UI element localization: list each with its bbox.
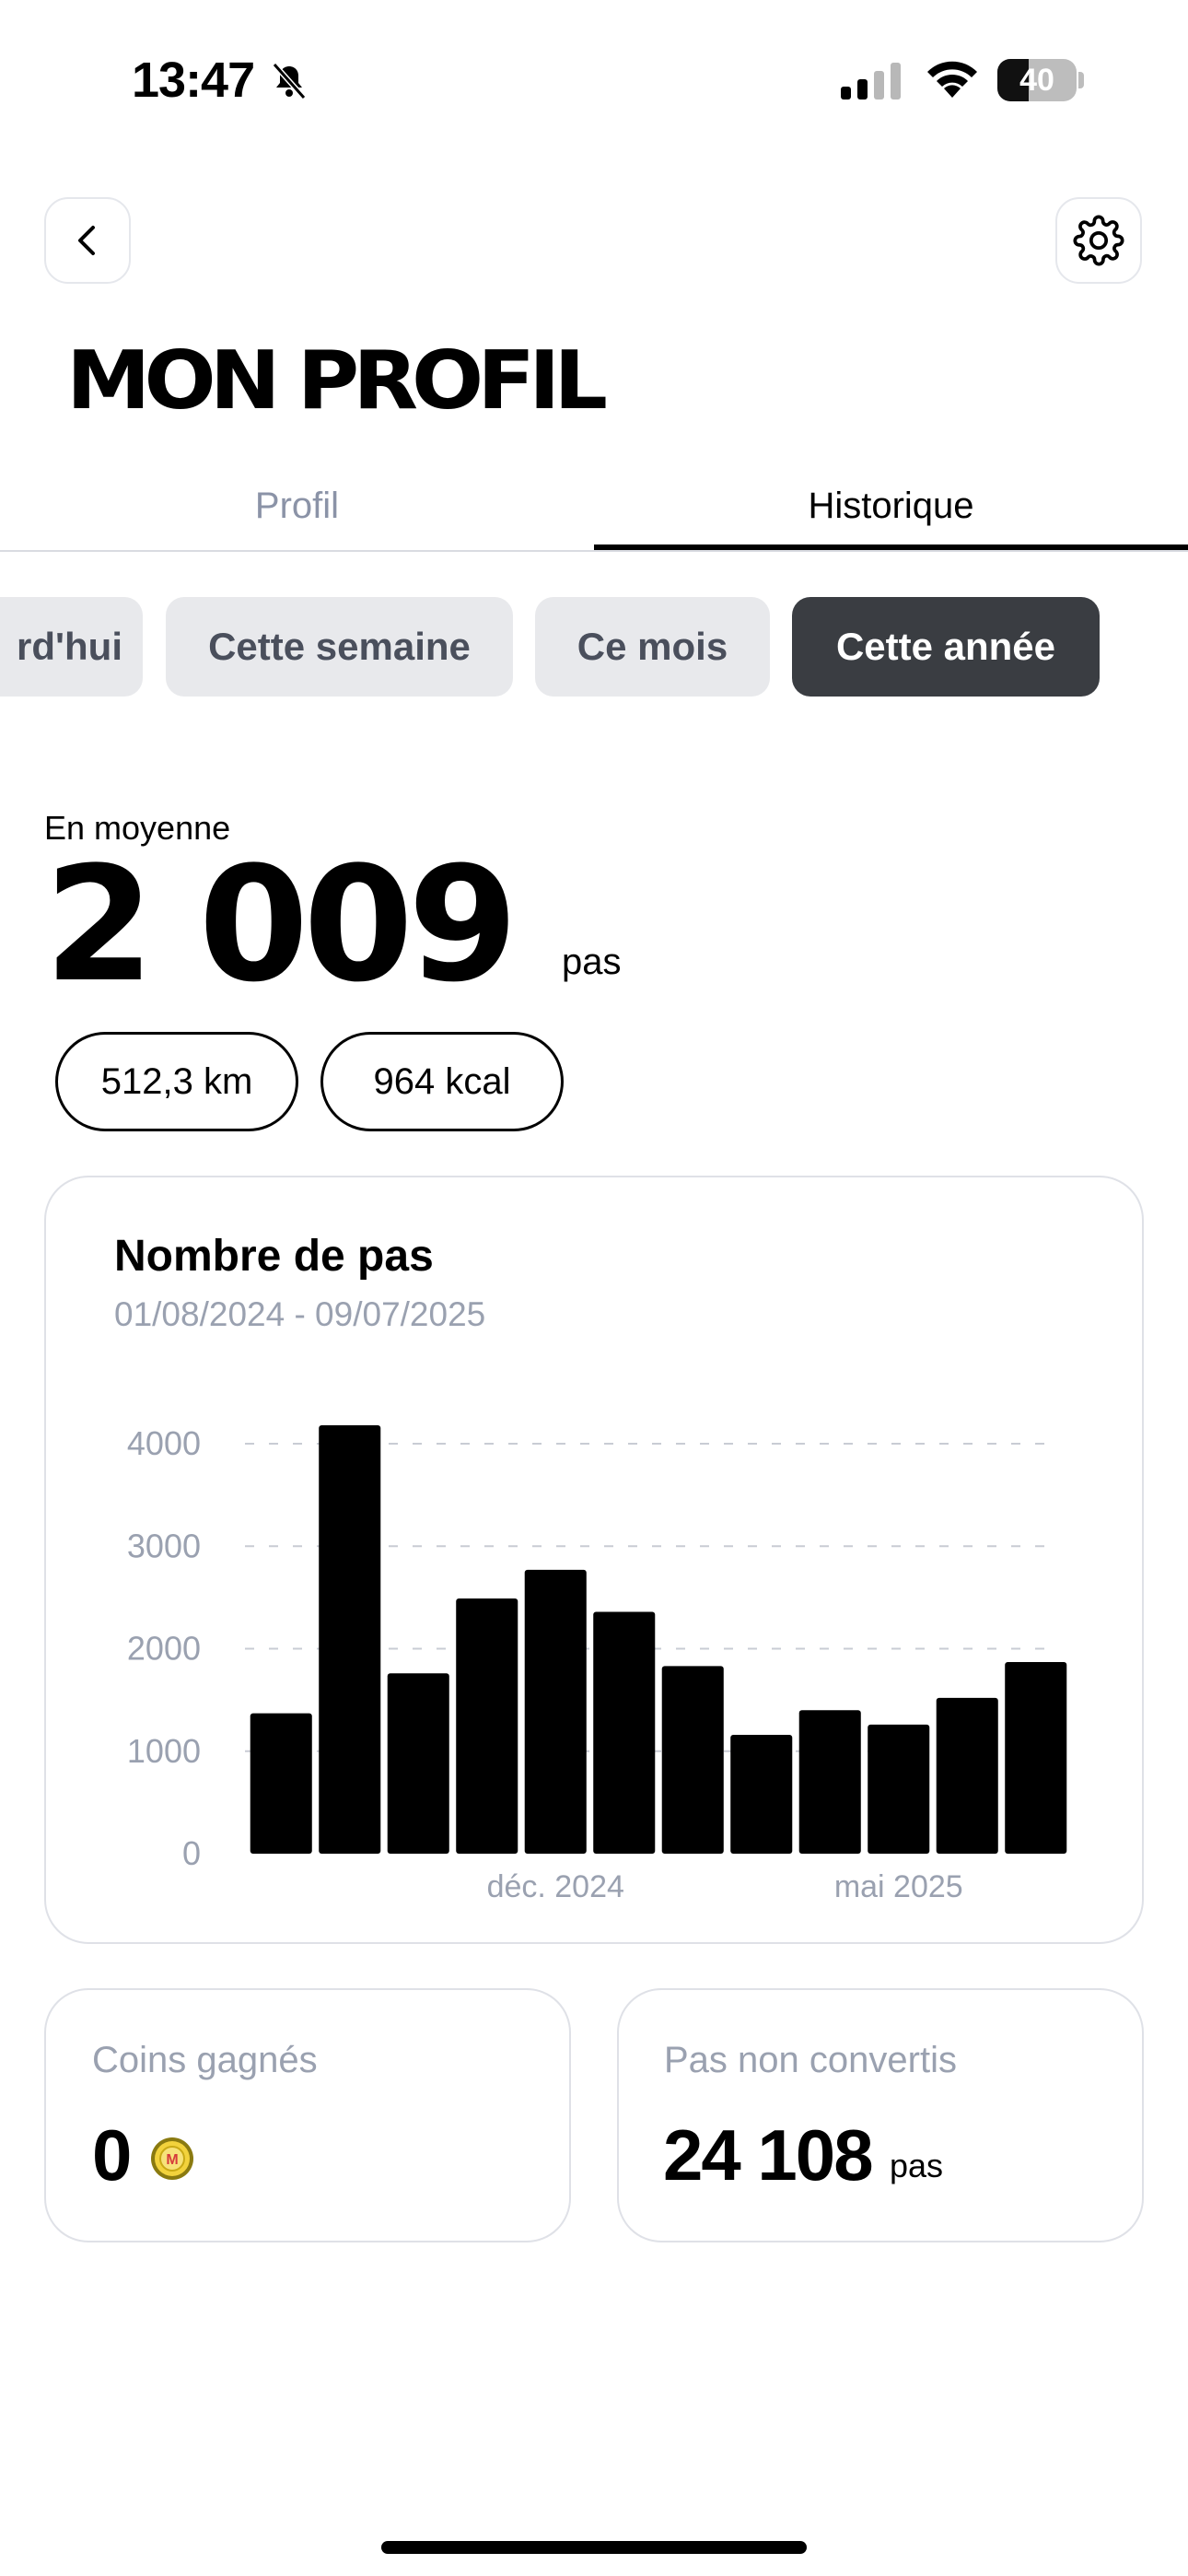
coins-label: Coins gagnés — [92, 2040, 318, 2080]
chart-bar[interactable] — [868, 1724, 930, 1854]
svg-text:M: M — [166, 2152, 178, 2168]
tab-active-indicator — [594, 544, 1188, 550]
unconverted-steps-label: Pas non convertis — [664, 2040, 957, 2080]
tab-divider — [0, 550, 1188, 552]
wifi-icon — [927, 61, 977, 98]
average-steps-unit: pas — [562, 942, 622, 982]
chart-bar[interactable] — [661, 1666, 724, 1854]
page-title: MON PROFIL — [66, 334, 608, 427]
period-chip-month[interactable]: Ce mois — [535, 597, 770, 697]
battery-level: 40 — [1019, 63, 1054, 98]
chart-bar[interactable] — [1005, 1661, 1067, 1854]
back-button[interactable] — [44, 197, 131, 284]
y-tick-label: 2000 — [127, 1630, 201, 1668]
cellular-signal-icon — [841, 63, 901, 100]
chart-bar[interactable] — [456, 1598, 518, 1854]
status-time: 13:47 — [132, 53, 255, 108]
average-steps-value: 2 009 — [44, 832, 518, 1017]
chevron-left-icon — [78, 226, 95, 255]
steps-bar-chart: 0 1000 2000 3000 4000 déc. 2024 mai 2025 — [127, 1424, 1067, 1904]
chart-date-range: 01/08/2024 - 09/07/2025 — [114, 1295, 486, 1333]
chart-bar[interactable] — [936, 1697, 998, 1854]
distance-badge: 512,3 km — [55, 1032, 298, 1131]
battery-icon: 40 — [997, 59, 1086, 101]
x-tick-label: mai 2025 — [834, 1869, 963, 1904]
period-chip-today[interactable]: rd'hui — [0, 597, 143, 697]
tab-historique[interactable]: Historique — [594, 479, 1188, 533]
chart-bar[interactable] — [250, 1713, 312, 1854]
period-chip-week[interactable]: Cette semaine — [166, 597, 513, 697]
calories-badge: 964 kcal — [320, 1032, 564, 1131]
chart-bar[interactable] — [319, 1424, 381, 1854]
unconverted-steps-value: 24 108 — [663, 2114, 874, 2195]
y-tick-label: 4000 — [127, 1424, 201, 1462]
x-tick-label: déc. 2024 — [487, 1869, 624, 1904]
y-tick-label: 0 — [182, 1834, 201, 1872]
home-indicator[interactable] — [381, 2541, 807, 2554]
gear-icon — [1073, 215, 1124, 266]
bell-slash-icon — [272, 63, 307, 100]
chart-title: Nombre de pas — [114, 1232, 434, 1281]
period-chip-year[interactable]: Cette année — [792, 597, 1100, 697]
y-tick-label: 1000 — [127, 1732, 201, 1770]
chart-bar[interactable] — [387, 1673, 449, 1854]
chart-bar[interactable] — [798, 1710, 861, 1854]
chart-bar[interactable] — [524, 1569, 587, 1854]
chart-bar[interactable] — [593, 1611, 656, 1854]
tab-profil[interactable]: Profil — [0, 479, 594, 533]
coins-value: 0 — [92, 2114, 132, 2195]
coin-icon: M — [151, 2137, 193, 2180]
settings-button[interactable] — [1055, 197, 1142, 284]
unconverted-steps-unit: pas — [890, 2147, 944, 2184]
y-tick-label: 3000 — [127, 1527, 201, 1564]
chart-bar[interactable] — [730, 1734, 793, 1854]
